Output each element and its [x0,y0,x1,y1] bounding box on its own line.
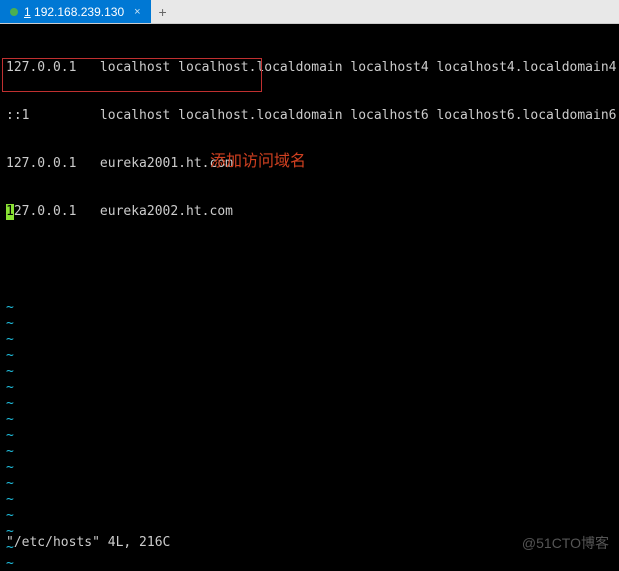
empty-line-tilde: ~ [6,428,613,444]
add-tab-button[interactable]: + [153,2,173,22]
empty-line-tilde: ~ [6,332,613,348]
vim-status-line: "/etc/hosts" 4L, 216C [6,535,170,551]
watermark: @51CTO博客 [522,535,609,551]
empty-line-tilde: ~ [6,396,613,412]
annotation-label: 添加访问域名 [210,154,306,170]
empty-line-tilde: ~ [6,300,613,316]
empty-line-tilde: ~ [6,316,613,332]
hosts-line: 127.0.0.1 localhost localhost.localdomai… [6,60,613,76]
tab-label: 1 192.168.239.130 [24,5,124,19]
empty-line-tilde: ~ [6,412,613,428]
empty-line-tilde: ~ [6,380,613,396]
hosts-line: 127.0.0.1 eureka2001.ht.com [6,156,613,172]
hosts-line: 127.0.0.1 eureka2002.ht.com [6,204,613,220]
connection-status-icon [10,8,18,16]
empty-line-tilde: ~ [6,476,613,492]
empty-line-tilde: ~ [6,460,613,476]
tab-active[interactable]: 1 192.168.239.130 × [0,0,151,23]
terminal[interactable]: 127.0.0.1 localhost localhost.localdomai… [0,24,619,571]
empty-line-tilde: ~ [6,508,613,524]
empty-line-tilde: ~ [6,556,613,571]
close-icon[interactable]: × [134,6,140,18]
empty-line-tilde: ~ [6,444,613,460]
empty-line-tilde: ~ [6,492,613,508]
empty-line-tilde: ~ [6,364,613,380]
tab-bar: 1 192.168.239.130 × + [0,0,619,24]
hosts-line: ::1 localhost localhost.localdomain loca… [6,108,613,124]
empty-line-tilde: ~ [6,348,613,364]
cursor: 1 [6,204,14,220]
